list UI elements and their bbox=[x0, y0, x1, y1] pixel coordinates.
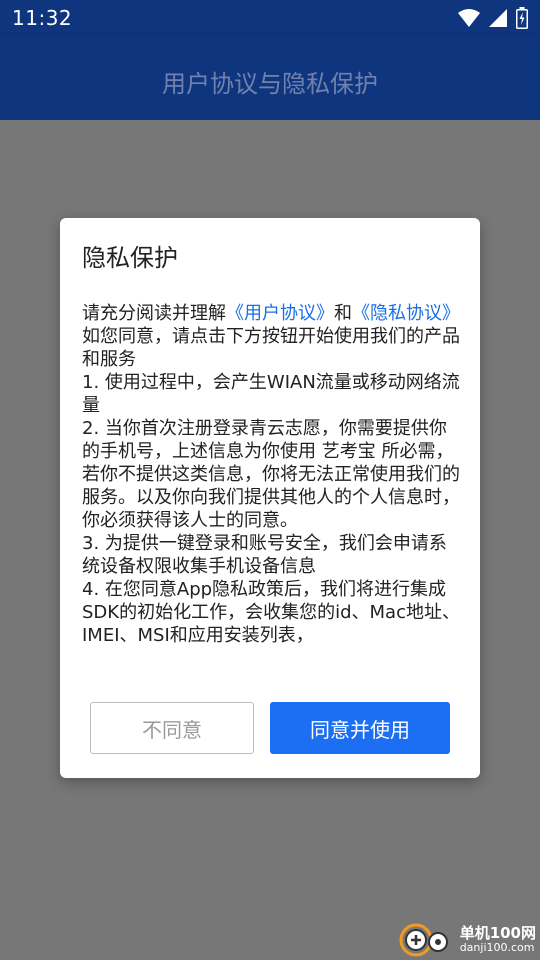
intro-prefix: 请充分阅读并理解 bbox=[82, 303, 226, 324]
dialog-item-1: 1. 使用过程中，会产生WIAN流量或移动网络流量 bbox=[82, 372, 460, 416]
status-icons bbox=[458, 7, 528, 29]
dialog-item-3: 3. 为提供一键登录和账号安全，我们会申请系统设备权限收集手机设备信息 bbox=[82, 533, 447, 577]
dialog-item-4: 4. 在您同意App隐私政策后，我们将进行集成SDK的初始化工作，会收集您的id… bbox=[82, 579, 460, 646]
disagree-button[interactable]: 不同意 bbox=[90, 702, 254, 754]
watermark-logo-icon bbox=[399, 923, 448, 957]
wifi-icon bbox=[458, 9, 480, 27]
status-bar: 11:32 bbox=[0, 0, 540, 36]
battery-icon bbox=[516, 7, 528, 29]
user-agreement-link[interactable]: 《用户协议》 bbox=[226, 303, 334, 324]
dialog-title: 隐私保护 bbox=[82, 244, 178, 272]
intro-and: 和 bbox=[334, 303, 352, 324]
agree-button[interactable]: 同意并使用 bbox=[270, 702, 450, 754]
watermark: 单机100网 danji100.com bbox=[398, 922, 536, 958]
watermark-text: 单机100网 danji100.com bbox=[459, 924, 536, 955]
dialog-item-2: 2. 当你首次注册登录青云志愿，你需要提供你的手机号，上述信息为你使用 艺考宝 … bbox=[82, 418, 460, 531]
dialog-intro: 请充分阅读并理解《用户协议》和《隐私协议》如您同意，请点击下方按钮开始使用我们的… bbox=[82, 302, 462, 371]
signal-icon bbox=[489, 9, 507, 27]
dialog-body[interactable]: 请充分阅读并理解《用户协议》和《隐私协议》如您同意，请点击下方按钮开始使用我们的… bbox=[82, 302, 462, 668]
privacy-dialog: 隐私保护 请充分阅读并理解《用户协议》和《隐私协议》如您同意，请点击下方按钮开始… bbox=[60, 218, 480, 778]
intro-suffix: 如您同意，请点击下方按钮开始使用我们的产品和服务 bbox=[82, 326, 460, 370]
page-title: 用户协议与隐私保护 bbox=[162, 70, 378, 98]
app-bar: 用户协议与隐私保护 bbox=[0, 36, 540, 120]
watermark-url: danji100.com bbox=[459, 941, 535, 955]
watermark-name: 单机100网 bbox=[459, 924, 536, 943]
privacy-agreement-link[interactable]: 《隐私协议》 bbox=[352, 303, 460, 324]
status-time: 11:32 bbox=[12, 6, 73, 30]
